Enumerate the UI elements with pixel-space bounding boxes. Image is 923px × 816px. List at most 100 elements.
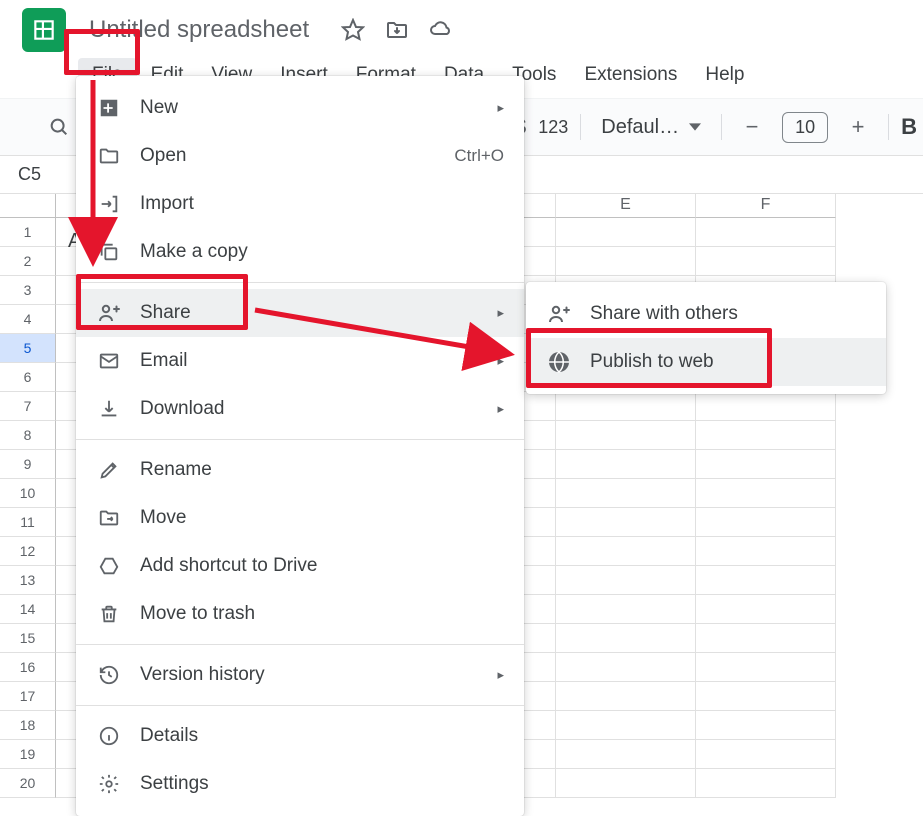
menu-share[interactable]: Share ▸	[76, 289, 524, 337]
cell[interactable]	[696, 711, 836, 740]
document-title[interactable]: Untitled spreadsheet	[76, 16, 309, 44]
bold-button[interactable]: B	[901, 114, 917, 140]
menu-download[interactable]: Download ▸	[76, 385, 524, 433]
row-header[interactable]: 6	[0, 363, 56, 392]
menu-label: Move	[140, 507, 186, 529]
cell[interactable]	[696, 479, 836, 508]
submenu-caret-icon: ▸	[497, 353, 504, 369]
cell[interactable]	[556, 624, 696, 653]
menu-add-shortcut[interactable]: Add shortcut to Drive	[76, 542, 524, 590]
cell[interactable]	[696, 566, 836, 595]
rename-icon	[96, 457, 122, 483]
cell[interactable]	[556, 566, 696, 595]
font-size-input[interactable]: 10	[782, 112, 828, 143]
cell[interactable]	[556, 450, 696, 479]
cell[interactable]	[556, 595, 696, 624]
cell[interactable]	[556, 769, 696, 798]
menu-extensions[interactable]: Extensions	[570, 58, 691, 92]
cell[interactable]	[556, 508, 696, 537]
move-folder-icon[interactable]	[385, 18, 409, 42]
row-header[interactable]: 5	[0, 334, 56, 363]
row-header[interactable]: 8	[0, 421, 56, 450]
submenu-publish-web[interactable]: Publish to web	[526, 338, 886, 386]
submenu-caret-icon: ▸	[497, 305, 504, 321]
email-icon	[96, 348, 122, 374]
menu-move-trash[interactable]: Move to trash	[76, 590, 524, 638]
row-header[interactable]: 20	[0, 769, 56, 798]
cell[interactable]	[696, 218, 836, 247]
sheets-logo[interactable]	[22, 8, 66, 52]
row-header[interactable]: 2	[0, 247, 56, 276]
cell[interactable]	[556, 740, 696, 769]
menu-label: Add shortcut to Drive	[140, 555, 317, 577]
row-header[interactable]: 14	[0, 595, 56, 624]
cell[interactable]	[556, 682, 696, 711]
row-header[interactable]: 16	[0, 653, 56, 682]
row-header[interactable]: 12	[0, 537, 56, 566]
cell[interactable]	[696, 450, 836, 479]
folder-icon	[96, 143, 122, 169]
cell[interactable]	[696, 508, 836, 537]
search-icon[interactable]	[48, 116, 70, 138]
cell[interactable]	[696, 682, 836, 711]
row-header[interactable]: 15	[0, 624, 56, 653]
row-header[interactable]: 3	[0, 276, 56, 305]
menu-rename[interactable]: Rename	[76, 446, 524, 494]
row-header[interactable]: 9	[0, 450, 56, 479]
menu-label: Details	[140, 725, 198, 747]
cell[interactable]	[556, 218, 696, 247]
star-icon[interactable]	[341, 18, 365, 42]
submenu-share-others[interactable]: Share with others	[526, 290, 886, 338]
font-family-select[interactable]: Defaul…	[593, 112, 709, 143]
history-icon	[96, 662, 122, 688]
cell[interactable]	[696, 595, 836, 624]
menu-settings[interactable]: Settings	[76, 760, 524, 808]
row-header[interactable]: 17	[0, 682, 56, 711]
cell[interactable]	[556, 479, 696, 508]
row-header[interactable]: 11	[0, 508, 56, 537]
cell[interactable]	[696, 624, 836, 653]
row-header[interactable]: 1	[0, 218, 56, 247]
number-format-button[interactable]: 123	[538, 117, 568, 138]
menu-move[interactable]: Move	[76, 494, 524, 542]
submenu-caret-icon: ▸	[497, 100, 504, 116]
menu-email[interactable]: Email ▸	[76, 337, 524, 385]
cell[interactable]	[696, 392, 836, 421]
menu-details[interactable]: Details	[76, 712, 524, 760]
cell[interactable]	[696, 247, 836, 276]
cell[interactable]	[556, 653, 696, 682]
col-header[interactable]: E	[556, 194, 696, 218]
row-header[interactable]: 13	[0, 566, 56, 595]
cell[interactable]	[556, 247, 696, 276]
row-header[interactable]: 7	[0, 392, 56, 421]
col-header[interactable]: F	[696, 194, 836, 218]
cell[interactable]	[696, 769, 836, 798]
cell[interactable]	[696, 421, 836, 450]
cell[interactable]	[556, 392, 696, 421]
select-all-corner[interactable]	[0, 194, 56, 218]
decrease-font-button[interactable]: −	[734, 109, 770, 145]
menu-import[interactable]: Import	[76, 180, 524, 228]
menu-label: Settings	[140, 773, 209, 795]
row-header[interactable]: 10	[0, 479, 56, 508]
row-header[interactable]: 18	[0, 711, 56, 740]
shortcut-label: Ctrl+O	[454, 146, 504, 166]
name-box[interactable]: C5	[18, 164, 77, 185]
cell[interactable]	[696, 740, 836, 769]
cell[interactable]	[556, 537, 696, 566]
menu-make-copy[interactable]: Make a copy	[76, 228, 524, 276]
cell[interactable]	[556, 711, 696, 740]
menu-version-history[interactable]: Version history ▸	[76, 651, 524, 699]
cell[interactable]	[696, 653, 836, 682]
cloud-status-icon[interactable]	[429, 18, 453, 42]
menu-new[interactable]: New ▸	[76, 84, 524, 132]
row-header[interactable]: 4	[0, 305, 56, 334]
font-family-label: Defaul…	[601, 116, 679, 139]
menu-open[interactable]: Open Ctrl+O	[76, 132, 524, 180]
row-header[interactable]: 19	[0, 740, 56, 769]
cell[interactable]	[696, 537, 836, 566]
menu-help[interactable]: Help	[691, 58, 758, 92]
menu-label: Share	[140, 302, 191, 324]
cell[interactable]	[556, 421, 696, 450]
increase-font-button[interactable]: +	[840, 109, 876, 145]
